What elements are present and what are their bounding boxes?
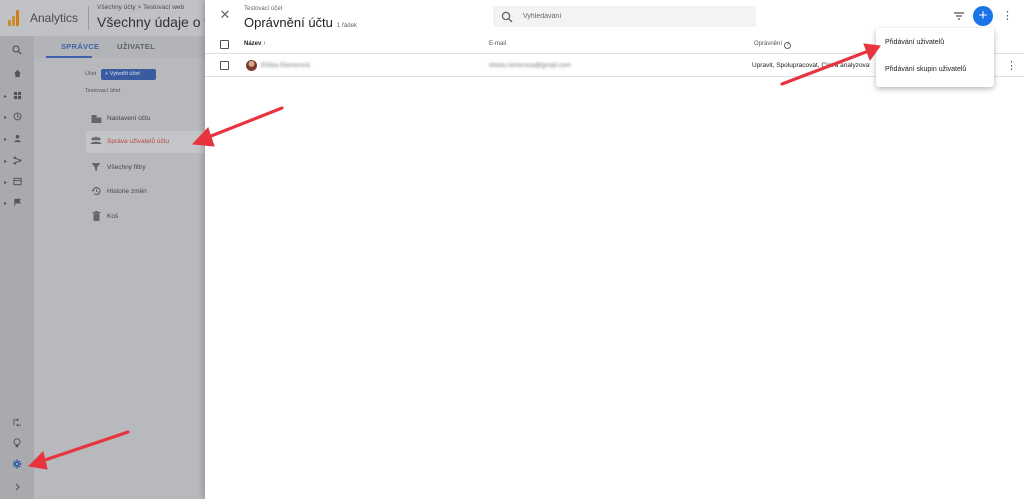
tab-admin[interactable]: SPRÁVCE [61,42,99,51]
search-icon [501,10,513,23]
column-name[interactable]: Název ↑ [244,41,266,47]
close-icon[interactable]: ✕ [218,7,232,23]
menu-trash[interactable]: Koš [86,206,205,228]
admin-background: Analytics Všechny účty > Testovací web V… [0,0,205,499]
account-column-label: Účet [85,71,97,77]
active-tab-indicator [46,56,92,58]
trash-icon [90,211,102,223]
row-checkbox[interactable] [220,61,229,70]
filter-list-icon[interactable] [952,9,966,23]
realtime-clock-icon[interactable]: ▸ [0,110,34,126]
tab-user[interactable]: UŽIVATEL [117,42,155,51]
home-icon[interactable] [0,67,34,83]
column-permissions-label: Oprávnění [754,41,783,47]
menu-label: Historie změn [107,188,147,195]
add-user-groups-menu-item[interactable]: Přidávání skupin uživatelů [876,59,994,81]
menu-label: Všechny filtry [107,164,146,171]
header-divider [88,6,89,30]
menu-account-settings[interactable]: Nastavení účtu [86,108,205,130]
search-input[interactable] [523,10,743,23]
row-count: 1 řádek [336,23,357,29]
audience-person-icon[interactable]: ▸ [0,132,34,148]
left-nav-rail: ▸ ▸ ▸ ▸ ▸ ▸ [0,36,34,499]
add-users-menu-item[interactable]: Přidávání uživatelů [876,32,994,54]
search-box[interactable] [493,6,756,27]
customization-icon[interactable]: ▸ [0,89,34,105]
app-name: Analytics [30,11,79,25]
conversions-flag-icon[interactable]: ▸ [0,196,34,212]
more-vert-icon[interactable]: ⋮ [1002,8,1013,24]
panel-subtitle: Testovací účet [244,6,283,12]
acquisition-icon[interactable]: ▸ [0,154,34,170]
app-header: Analytics Všechny účty > Testovací web V… [0,0,205,36]
people-icon [90,136,102,148]
user-name: Eliška Reinerová [261,62,310,69]
add-plus-icon[interactable]: + [973,6,993,26]
building-icon [90,113,102,125]
discover-lightbulb-icon[interactable] [0,437,34,453]
column-email[interactable]: E-mail [489,41,506,47]
property-selector[interactable]: Všechny údaje o webu [97,14,205,30]
menu-label: Koš [107,213,119,220]
breadcrumb[interactable]: Všechny účty > Testovací web [97,4,184,11]
filter-icon [90,162,102,174]
add-menu-dropdown: Přidávání uživatelů Přidávání skupin uži… [876,28,994,87]
menu-label: Správa uživatelů účtu [107,138,170,145]
history-icon [90,186,102,198]
select-all-checkbox[interactable] [220,40,229,49]
expand-chevron-right-icon[interactable] [0,480,34,496]
panel-title-text: Oprávnění účtu [244,15,333,30]
user-email: eliska.reinerova@gmail.com [489,62,571,69]
menu-change-history[interactable]: Historie změn [86,181,205,203]
menu-all-filters[interactable]: Všechny filtry [86,157,205,179]
behavior-icon[interactable]: ▸ [0,175,34,191]
search-icon[interactable] [0,44,34,60]
admin-gear-icon[interactable] [0,458,34,474]
admin-tabs: SPRÁVCE UŽIVATEL [34,36,205,58]
menu-account-user-management[interactable]: Správa uživatelů účtu [86,131,205,153]
row-more-vert-icon[interactable]: ⋮ [1006,59,1017,73]
analytics-logo-icon [8,10,22,26]
create-account-button[interactable]: + Vytvořit účet [101,69,156,80]
attribution-icon[interactable] [0,416,34,432]
user-permissions: Upravit, Spolupracovat, Číst a analyzova… [752,62,870,69]
avatar [246,60,257,71]
help-icon[interactable]: ? [784,42,792,49]
panel-title: Oprávnění účtu 1 řádek [244,15,357,30]
column-permissions[interactable]: Oprávnění? [754,41,792,49]
account-selector[interactable]: Testovací účet [85,88,120,94]
menu-label: Nastavení účtu [107,115,151,122]
